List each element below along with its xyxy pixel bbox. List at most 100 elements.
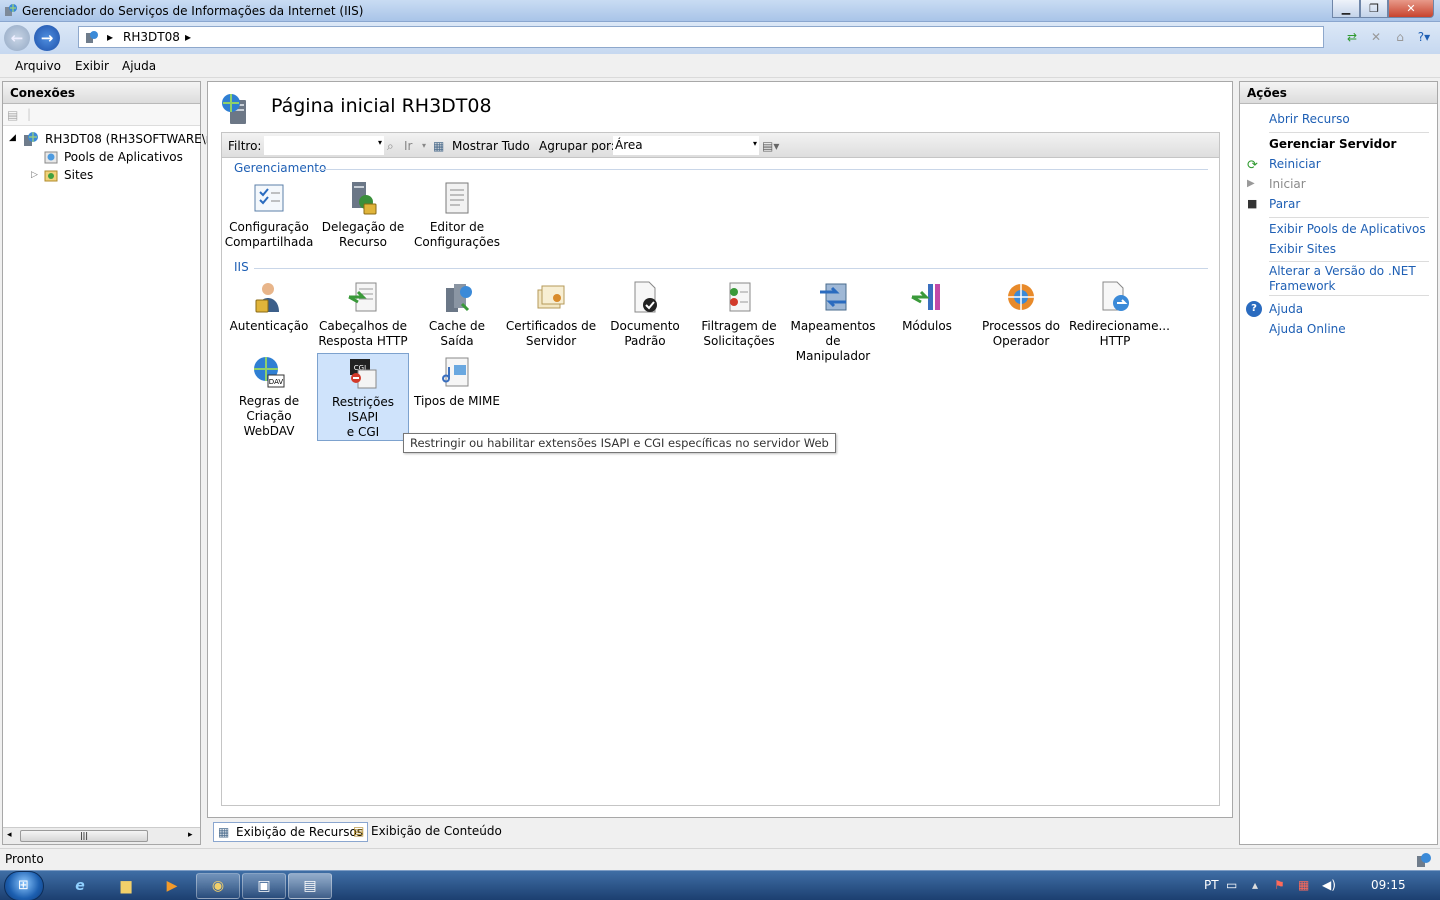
- feature-webdav-authoring-rules[interactable]: DAV Regras de Criação WebDAV: [223, 353, 315, 439]
- chrome-icon: ◉: [211, 878, 225, 894]
- breadcrumb-separator[interactable]: ▸: [107, 30, 113, 44]
- taskbar-chrome[interactable]: ◉: [196, 873, 240, 899]
- go-dropdown-icon[interactable]: ▾: [422, 141, 426, 150]
- feature-output-cache[interactable]: Cache de Saída: [411, 278, 503, 349]
- iis-app-icon: [5, 4, 17, 16]
- menu-ajuda[interactable]: Ajuda: [122, 59, 156, 73]
- worker-processes-icon: [1008, 284, 1034, 310]
- stop-icon[interactable]: ✕: [1366, 28, 1386, 46]
- title-bar: Gerenciador do Serviços de Informações d…: [0, 0, 1440, 22]
- keyboard-icon[interactable]: ▭: [1226, 878, 1237, 892]
- volume-icon[interactable]: ◀): [1322, 878, 1336, 892]
- go-button[interactable]: Ir: [404, 139, 412, 153]
- help-dropdown-icon[interactable]: ?▾: [1414, 28, 1434, 46]
- menu-arquivo[interactable]: Arquivo: [15, 59, 61, 73]
- action-label: Framework: [1269, 279, 1336, 293]
- action-online-help[interactable]: Ajuda Online: [1269, 322, 1346, 337]
- close-button[interactable]: ✕: [1388, 0, 1434, 18]
- default-document-icon: [634, 281, 657, 313]
- address-bar[interactable]: ▸ RH3DT08 ▸: [78, 26, 1324, 48]
- feature-worker-processes[interactable]: Processos do Operador: [975, 278, 1067, 349]
- breadcrumb-separator[interactable]: ▸: [185, 30, 191, 44]
- filter-input[interactable]: ▾: [264, 136, 384, 155]
- breadcrumb-server[interactable]: RH3DT08: [123, 30, 180, 44]
- feature-label: Mapeamentos: [790, 319, 876, 333]
- svg-text:DAV: DAV: [269, 378, 284, 386]
- taskbar-internet-explorer[interactable]: e: [58, 873, 102, 899]
- start-button[interactable]: ⊞: [4, 871, 44, 900]
- show-all-icon: ▦: [433, 139, 445, 153]
- horizontal-scrollbar[interactable]: ◂ ||| ▸: [3, 827, 200, 844]
- view-mode-icon[interactable]: ▤▾: [762, 139, 779, 153]
- action-stop[interactable]: Parar: [1269, 197, 1300, 212]
- action-center-icon[interactable]: ⚑: [1274, 878, 1285, 892]
- feature-request-filtering[interactable]: Filtragem de Solicitações: [693, 278, 785, 349]
- feature-http-redirect[interactable]: Redirecioname... HTTP: [1069, 278, 1170, 349]
- scroll-right-icon[interactable]: ▸: [188, 830, 193, 840]
- webdav-icon: DAV: [254, 357, 285, 388]
- content-view-icon: ▤: [353, 824, 365, 838]
- feature-http-response-headers[interactable]: Cabeçalhos de Resposta HTTP: [317, 278, 409, 349]
- scrollbar-thumb[interactable]: |||: [20, 830, 148, 842]
- feature-handler-mappings[interactable]: Mapeamentos de Manipulador: [787, 278, 879, 364]
- arrow-left-icon: ←: [10, 29, 24, 47]
- internet-explorer-icon: e: [75, 878, 85, 894]
- tab-features-view[interactable]: ▦ Exibição de Recursos: [213, 822, 369, 842]
- feature-label: Configuração: [229, 220, 309, 234]
- feature-server-certificates[interactable]: Certificados de Servidor: [505, 278, 597, 349]
- action-open-feature[interactable]: Abrir Recurso: [1269, 112, 1350, 127]
- network-icon[interactable]: ▦: [1298, 878, 1309, 892]
- tree-root-server[interactable]: RH3DT08 (RH3SOFTWARE\ric: [45, 132, 221, 146]
- action-view-app-pools[interactable]: Exibir Pools de Aplicativos: [1269, 222, 1426, 237]
- connect-icon[interactable]: ▤: [7, 108, 18, 122]
- forward-button[interactable]: →: [34, 25, 60, 51]
- show-all-button[interactable]: Mostrar Tudo: [452, 139, 530, 153]
- taskbar-remote-desktop[interactable]: ▣: [242, 873, 286, 899]
- action-help[interactable]: Ajuda: [1269, 302, 1303, 317]
- feature-default-document[interactable]: Documento Padrão: [599, 278, 691, 349]
- tree-item-sites[interactable]: Sites: [64, 168, 93, 182]
- tree-item-app-pools[interactable]: Pools de Aplicativos: [64, 150, 183, 164]
- group-by-select[interactable]: Área ▾: [613, 136, 759, 155]
- group-header-iis: IIS: [234, 260, 249, 274]
- feature-shared-configuration[interactable]: Configuração Compartilhada: [223, 179, 315, 250]
- taskbar-media-player[interactable]: ▶: [150, 873, 194, 899]
- feature-modules[interactable]: Módulos: [881, 278, 973, 334]
- taskbar: ⊞ e ▆ ▶ ◉ ▣ ▤ PT ▭ ▴ ⚑ ▦ ◀) 09:15: [0, 870, 1440, 900]
- clock[interactable]: 09:15: [1371, 878, 1406, 892]
- shared-config-icon: [254, 184, 284, 212]
- server-certificates-icon: [537, 285, 565, 309]
- action-view-sites[interactable]: Exibir Sites: [1269, 242, 1336, 257]
- feature-mime-types[interactable]: Tipos de MIME: [411, 353, 503, 409]
- collapse-icon[interactable]: ◢: [9, 133, 16, 143]
- feature-configuration-editor[interactable]: Editor de Configurações: [411, 179, 503, 250]
- minimize-button[interactable]: ▁: [1332, 0, 1360, 18]
- modules-icon: [911, 284, 940, 310]
- action-change-net-version[interactable]: Alterar a Versão do .NET Framework: [1269, 264, 1416, 294]
- language-indicator[interactable]: PT: [1204, 878, 1219, 892]
- feature-label: Compartilhada: [224, 235, 314, 249]
- isapi-cgi-icon: CGI: [350, 359, 377, 389]
- scroll-left-icon[interactable]: ◂: [7, 830, 12, 840]
- tab-content-view[interactable]: ▤ Exibição de Conteúdo: [349, 822, 506, 842]
- feature-label: Filtragem de: [701, 319, 777, 333]
- feature-delegation[interactable]: Delegação de Recurso: [317, 179, 409, 250]
- action-restart[interactable]: Reiniciar: [1269, 157, 1321, 172]
- feature-isapi-cgi-restrictions[interactable]: CGI Restrições ISAPI e CGI: [317, 353, 409, 441]
- home-icon[interactable]: ⌂: [1390, 28, 1410, 46]
- feature-label: Certificados de: [505, 319, 597, 333]
- menu-exibir[interactable]: Exibir: [75, 59, 109, 73]
- expand-icon[interactable]: ▷: [31, 170, 38, 180]
- start-icon: ▶: [1247, 178, 1255, 189]
- taskbar-explorer[interactable]: ▆: [104, 873, 148, 899]
- restart-icon: ⟳: [1247, 158, 1258, 173]
- action-start[interactable]: Iniciar: [1269, 177, 1306, 192]
- feature-authentication[interactable]: Autenticação: [223, 278, 315, 334]
- show-hidden-icons[interactable]: ▴: [1252, 878, 1258, 892]
- feature-label: de Manipulador: [795, 334, 871, 363]
- maximize-button[interactable]: ❐: [1360, 0, 1388, 18]
- back-button[interactable]: ←: [4, 25, 30, 51]
- filter-label: Filtro:: [228, 139, 262, 153]
- refresh-icon[interactable]: ⇄: [1342, 28, 1362, 46]
- taskbar-iis-manager[interactable]: ▤: [288, 873, 332, 899]
